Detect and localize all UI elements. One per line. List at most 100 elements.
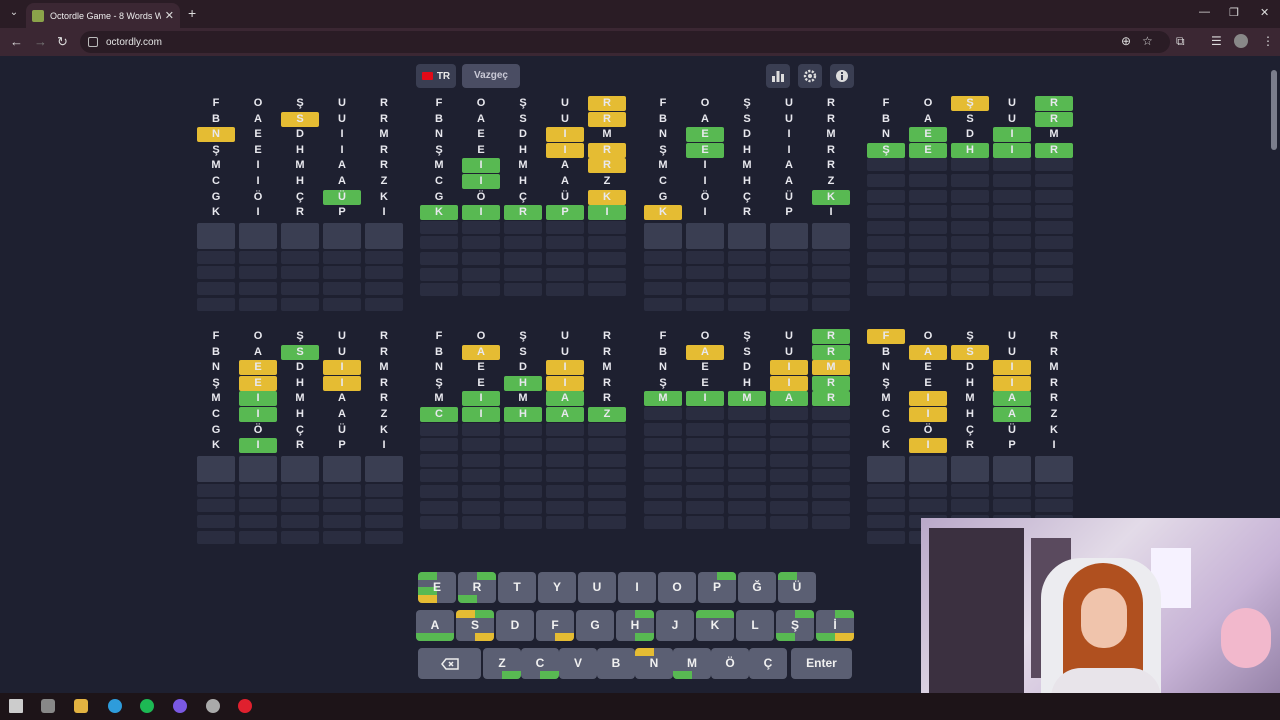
key-J[interactable]: J bbox=[656, 610, 694, 641]
address-bar[interactable]: octordly.com bbox=[80, 31, 1170, 53]
task-view-icon[interactable] bbox=[41, 699, 55, 713]
key-K[interactable]: K bbox=[696, 610, 734, 641]
obs-icon[interactable] bbox=[206, 699, 220, 713]
letter-tile: R bbox=[380, 330, 388, 342]
give-up-button[interactable]: Vazgeç bbox=[462, 64, 520, 88]
empty-tile bbox=[546, 516, 584, 530]
key-D[interactable]: D bbox=[496, 610, 534, 641]
empty-tile bbox=[239, 483, 277, 497]
key-Ğ[interactable]: Ğ bbox=[738, 572, 776, 603]
letter-tile: E bbox=[924, 376, 932, 389]
back-icon[interactable]: ← bbox=[10, 34, 23, 49]
windows-start-icon[interactable] bbox=[9, 699, 23, 713]
key-S[interactable]: S bbox=[456, 610, 494, 641]
letter-tile: M bbox=[812, 360, 850, 376]
key-İ[interactable]: İ bbox=[816, 610, 854, 641]
empty-row bbox=[420, 283, 630, 298]
key-Ş[interactable]: Ş bbox=[776, 610, 814, 641]
key-C[interactable]: C bbox=[521, 648, 559, 679]
extensions-icon[interactable]: ⧉ bbox=[1176, 34, 1185, 49]
forward-icon[interactable]: → bbox=[34, 34, 47, 49]
key-R[interactable]: R bbox=[458, 572, 496, 603]
key-A[interactable]: A bbox=[416, 610, 454, 641]
empty-tile bbox=[365, 222, 403, 249]
opera-icon[interactable] bbox=[238, 699, 252, 713]
letter-tile: Ş bbox=[867, 142, 905, 158]
letter-tile: E bbox=[909, 127, 947, 143]
language-label: TR bbox=[436, 70, 451, 82]
minimize-icon[interactable]: — bbox=[1199, 6, 1210, 18]
letter-tile: D bbox=[519, 128, 527, 141]
key-L[interactable]: L bbox=[736, 610, 774, 641]
chrome-icon[interactable] bbox=[108, 699, 122, 713]
new-tab-icon[interactable]: + bbox=[188, 5, 196, 21]
key-T[interactable]: T bbox=[498, 572, 536, 603]
discord-icon[interactable] bbox=[173, 699, 187, 713]
close-tab-icon[interactable]: ✕ bbox=[165, 9, 174, 22]
letter-tile: B bbox=[435, 112, 443, 125]
key-E[interactable]: E bbox=[418, 572, 456, 603]
browser-tab[interactable]: Octordle Game - 8 Words Wordle ✕ bbox=[26, 3, 180, 28]
empty-tile bbox=[993, 220, 1031, 234]
empty-tile bbox=[728, 422, 766, 436]
file-explorer-icon[interactable] bbox=[74, 699, 88, 713]
backspace-button[interactable] bbox=[418, 648, 481, 679]
empty-row bbox=[197, 250, 407, 266]
key-Ç[interactable]: Ç bbox=[749, 648, 787, 679]
scrollbar-thumb[interactable] bbox=[1271, 70, 1277, 150]
key-H[interactable]: H bbox=[616, 610, 654, 641]
stats-button[interactable] bbox=[766, 64, 790, 88]
letter-tile: P bbox=[546, 205, 584, 221]
letter-tile: C bbox=[435, 175, 443, 187]
zoom-icon[interactable]: ⊕ bbox=[1121, 34, 1131, 48]
key-label: Ş bbox=[790, 618, 799, 632]
key-U[interactable]: U bbox=[578, 572, 616, 603]
letter-tile: U bbox=[1008, 112, 1016, 125]
restore-icon[interactable]: ❐ bbox=[1229, 6, 1239, 19]
key-F[interactable]: F bbox=[536, 610, 574, 641]
guess-row: NEDIM bbox=[644, 127, 854, 143]
close-window-icon[interactable]: ✕ bbox=[1260, 6, 1269, 19]
empty-row bbox=[420, 453, 630, 469]
key-I[interactable]: I bbox=[618, 572, 656, 603]
empty-tile bbox=[909, 220, 947, 234]
reload-icon[interactable]: ↻ bbox=[57, 34, 68, 50]
tab-list-icon[interactable]: ⌄ bbox=[6, 5, 22, 21]
empty-tile bbox=[770, 422, 808, 436]
key-Y[interactable]: Y bbox=[538, 572, 576, 603]
profile-avatar[interactable] bbox=[1234, 34, 1248, 48]
empty-tile bbox=[546, 500, 584, 514]
enter-button[interactable]: Enter bbox=[791, 648, 852, 679]
key-Ü[interactable]: Ü bbox=[778, 572, 816, 603]
key-G[interactable]: G bbox=[576, 610, 614, 641]
guess-row: KIRPI bbox=[867, 438, 1077, 454]
letter-tile: G bbox=[434, 190, 444, 203]
bookmark-star-icon[interactable]: ☆ bbox=[1142, 34, 1153, 48]
letter-tile: U bbox=[338, 345, 346, 358]
key-Z[interactable]: Z bbox=[483, 648, 521, 679]
info-button[interactable] bbox=[830, 64, 854, 88]
spotify-icon[interactable] bbox=[140, 699, 154, 713]
letter-tile: K bbox=[882, 439, 890, 452]
empty-tile bbox=[197, 297, 235, 311]
letter-tile: Ç bbox=[743, 190, 751, 203]
key-P[interactable]: P bbox=[698, 572, 736, 603]
reading-list-icon[interactable]: ☰ bbox=[1211, 34, 1222, 48]
menu-icon[interactable]: ⋮ bbox=[1262, 34, 1274, 48]
letter-tile: A bbox=[561, 175, 569, 187]
empty-tile bbox=[197, 499, 235, 513]
key-Ö[interactable]: Ö bbox=[711, 648, 749, 679]
language-button[interactable]: TR bbox=[416, 64, 456, 88]
current-guess-row bbox=[867, 455, 1077, 482]
key-V[interactable]: V bbox=[559, 648, 597, 679]
settings-button[interactable] bbox=[798, 64, 822, 88]
key-N[interactable]: N bbox=[635, 648, 673, 679]
empty-tile bbox=[686, 453, 724, 467]
key-B[interactable]: B bbox=[597, 648, 635, 679]
site-info-icon[interactable] bbox=[88, 37, 98, 47]
key-M[interactable]: M bbox=[673, 648, 711, 679]
key-O[interactable]: O bbox=[658, 572, 696, 603]
letter-tile: U bbox=[785, 112, 793, 125]
empty-row bbox=[420, 252, 630, 267]
letter-tile: M bbox=[602, 128, 612, 141]
